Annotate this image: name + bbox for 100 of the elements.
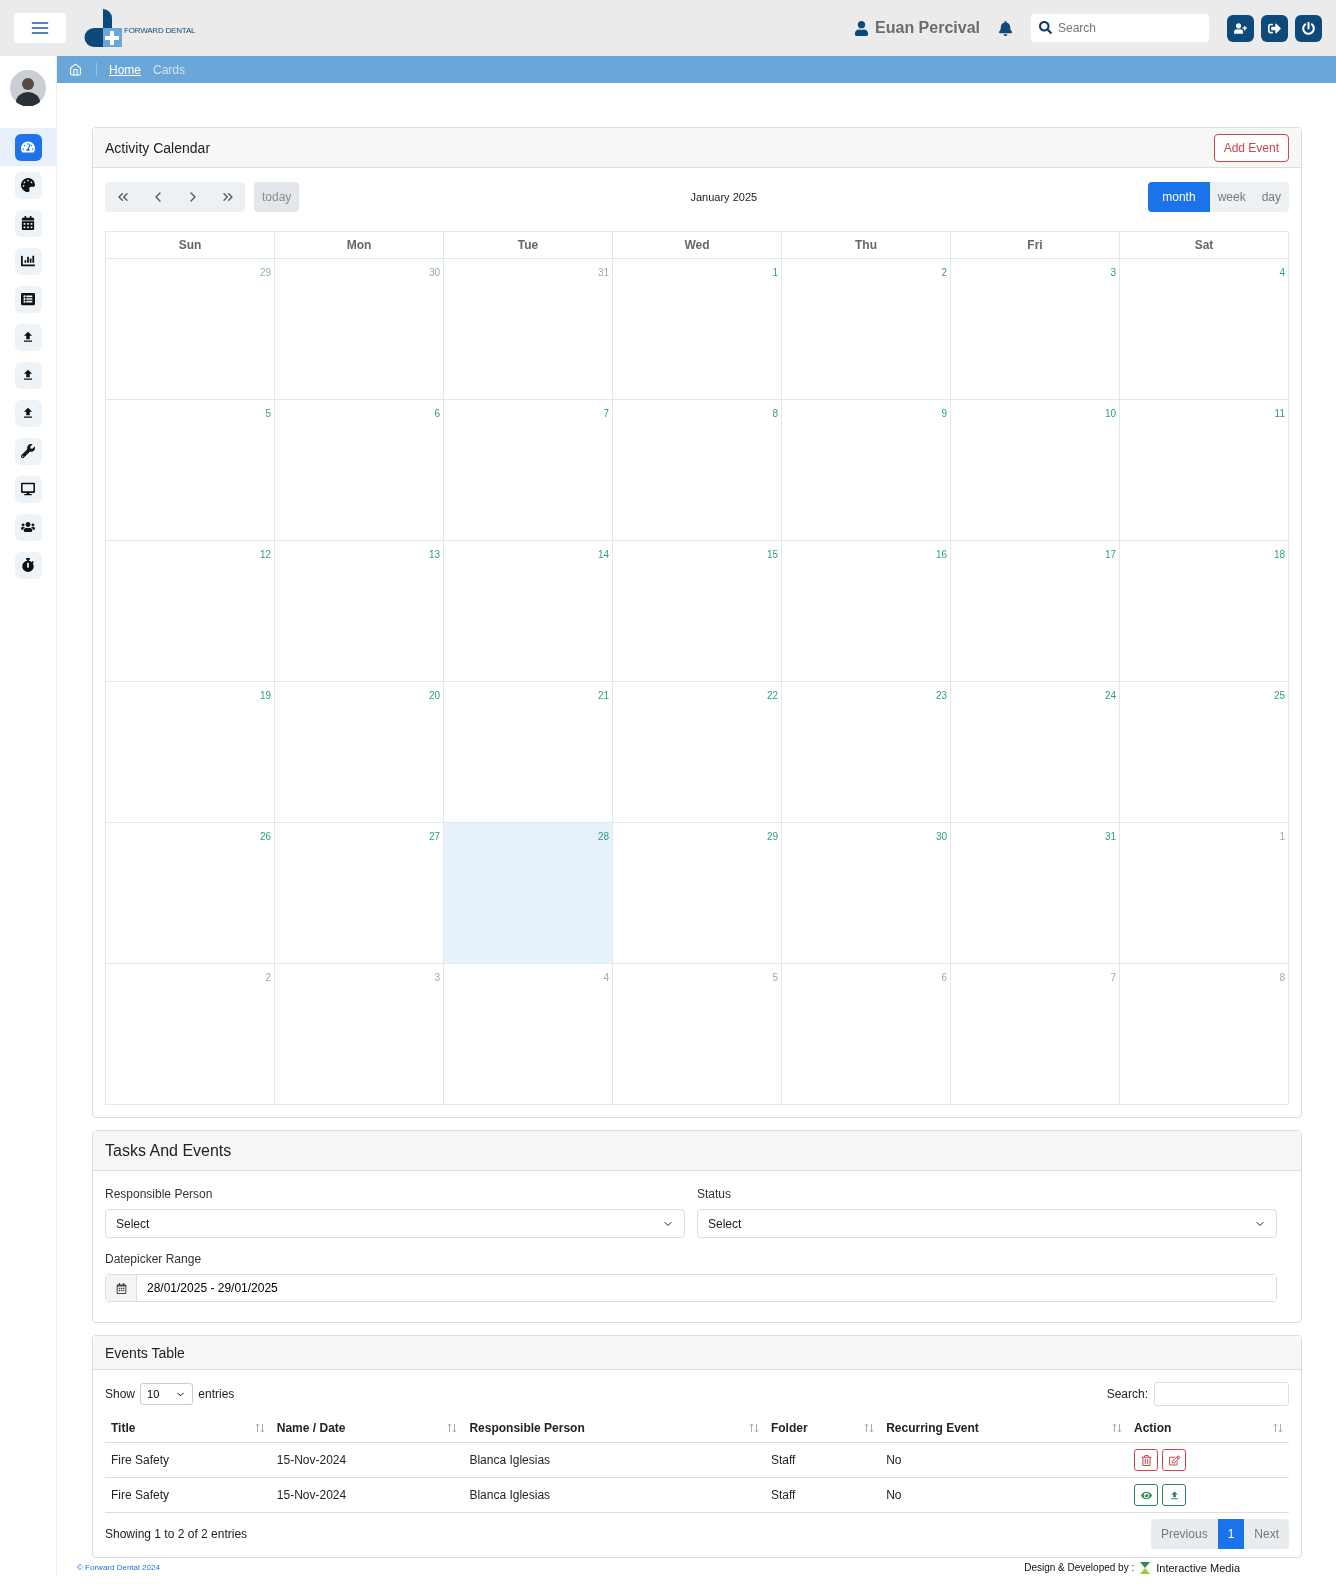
day-cell[interactable]: 29 xyxy=(106,259,275,400)
day-cell[interactable]: 2 xyxy=(106,964,275,1105)
column-header[interactable]: Title xyxy=(105,1414,271,1443)
entries-label: entries xyxy=(198,1387,235,1401)
day-cell[interactable]: 7 xyxy=(951,964,1120,1105)
day-number: 9 xyxy=(941,408,947,419)
day-cell[interactable]: 9 xyxy=(782,400,951,541)
day-cell[interactable]: 31 xyxy=(444,259,613,400)
day-cell[interactable]: 26 xyxy=(106,823,275,964)
day-cell[interactable]: 30 xyxy=(275,259,444,400)
sign-out-button[interactable] xyxy=(1261,14,1288,42)
day-number: 13 xyxy=(428,549,440,560)
column-header[interactable]: Folder xyxy=(764,1414,881,1443)
upload-icon xyxy=(1168,1489,1180,1501)
pagination-button[interactable]: 1 xyxy=(1217,1519,1245,1549)
day-cell[interactable]: 28 xyxy=(444,823,613,964)
day-number: 21 xyxy=(597,690,609,701)
column-header[interactable]: Action xyxy=(1128,1414,1289,1443)
table-search-field[interactable] xyxy=(1154,1382,1289,1406)
pagination-button[interactable]: Next xyxy=(1244,1519,1289,1549)
day-cell[interactable]: 2 xyxy=(782,259,951,400)
day-cell[interactable]: 12 xyxy=(106,541,275,682)
day-cell[interactable]: 14 xyxy=(444,541,613,682)
day-cell[interactable]: 20 xyxy=(275,682,444,823)
breadcrumb-link[interactable]: Cards xyxy=(153,62,186,77)
month-label: January 2025 xyxy=(689,191,759,203)
select-field[interactable]: Select xyxy=(105,1209,685,1238)
select-field[interactable]: Select xyxy=(697,1209,1277,1238)
day-number: 7 xyxy=(1110,972,1116,983)
add-user-button[interactable] xyxy=(1227,14,1254,42)
date-range-field[interactable]: 28/01/2025 - 29/01/2025 xyxy=(105,1274,1277,1302)
power-button[interactable] xyxy=(1295,14,1322,42)
day-cell[interactable]: 8 xyxy=(613,400,782,541)
day-number: 24 xyxy=(1104,690,1116,701)
day-cell[interactable]: 6 xyxy=(275,400,444,541)
day-cell[interactable]: 27 xyxy=(275,823,444,964)
day-number: 2 xyxy=(265,972,271,983)
day-cell[interactable]: 10 xyxy=(951,400,1120,541)
day-number: 8 xyxy=(772,408,778,419)
pagination-button[interactable]: Previous xyxy=(1150,1519,1218,1549)
home-icon[interactable] xyxy=(69,63,82,76)
avatar xyxy=(10,70,46,106)
day-cell[interactable]: 24 xyxy=(951,682,1120,823)
day-cell[interactable]: 25 xyxy=(1120,682,1289,823)
day-cell[interactable]: 1 xyxy=(613,259,782,400)
day-cell[interactable]: 7 xyxy=(444,400,613,541)
delete-button[interactable] xyxy=(1134,1449,1158,1471)
calendar-icon xyxy=(21,216,35,230)
day-cell[interactable]: 4 xyxy=(1120,259,1289,400)
day-number: 6 xyxy=(941,972,947,983)
table-cell: 15-Nov-2024 xyxy=(270,1442,464,1478)
wrench-icon xyxy=(21,444,35,458)
column-header[interactable]: Name / Date xyxy=(270,1414,464,1443)
search-field[interactable]: Search xyxy=(1031,14,1209,42)
sign-out-icon xyxy=(1268,21,1281,35)
add-event-button[interactable]: Add Event xyxy=(1213,133,1289,162)
day-cell[interactable]: 5 xyxy=(613,964,782,1105)
day-number: 6 xyxy=(434,408,440,419)
day-number: 22 xyxy=(766,690,778,701)
day-cell[interactable]: 19 xyxy=(106,682,275,823)
column-header[interactable]: Recurring Event xyxy=(880,1414,1128,1443)
view-button[interactable] xyxy=(1134,1484,1158,1506)
day-cell[interactable]: 17 xyxy=(951,541,1120,682)
day-cell[interactable]: 13 xyxy=(275,541,444,682)
day-cell[interactable]: 23 xyxy=(782,682,951,823)
day-number: 18 xyxy=(1273,549,1285,560)
view-tab[interactable]: day xyxy=(1253,182,1289,212)
day-cell[interactable]: 15 xyxy=(613,541,782,682)
upload-button[interactable] xyxy=(1162,1484,1186,1506)
day-number: 15 xyxy=(766,549,778,560)
view-tab[interactable]: week xyxy=(1209,182,1254,212)
day-cell[interactable]: 18 xyxy=(1120,541,1289,682)
day-cell[interactable]: 29 xyxy=(613,823,782,964)
day-cell[interactable]: 8 xyxy=(1120,964,1289,1105)
day-cell[interactable]: 1 xyxy=(1120,823,1289,964)
menu-button[interactable] xyxy=(14,13,66,43)
view-tab[interactable]: month xyxy=(1148,182,1210,212)
card-title: Tasks And Events xyxy=(105,1141,232,1160)
day-cell[interactable]: 4 xyxy=(444,964,613,1105)
day-number: 3 xyxy=(1110,267,1116,278)
table-cell: No xyxy=(880,1477,1128,1513)
day-cell[interactable]: 16 xyxy=(782,541,951,682)
day-cell[interactable]: 5 xyxy=(106,400,275,541)
day-cell[interactable]: 3 xyxy=(275,964,444,1105)
page-size-select[interactable]: 10 xyxy=(140,1383,194,1405)
day-cell[interactable]: 30 xyxy=(782,823,951,964)
table-cell: Staff xyxy=(764,1477,881,1513)
bell-icon[interactable] xyxy=(998,20,1013,36)
edit-button[interactable] xyxy=(1162,1449,1186,1471)
day-cell[interactable]: 6 xyxy=(782,964,951,1105)
users-icon xyxy=(21,520,35,534)
day-cell[interactable]: 21 xyxy=(444,682,613,823)
day-number: 28 xyxy=(597,831,609,842)
day-cell[interactable]: 11 xyxy=(1120,400,1289,541)
day-cell[interactable]: 3 xyxy=(951,259,1120,400)
day-cell[interactable]: 31 xyxy=(951,823,1120,964)
day-cell[interactable]: 22 xyxy=(613,682,782,823)
breadcrumb-link[interactable]: Home xyxy=(109,62,141,77)
column-header[interactable]: Responsible Person xyxy=(463,1414,765,1443)
credit-text: Design & Developed by : xyxy=(1024,1563,1135,1573)
